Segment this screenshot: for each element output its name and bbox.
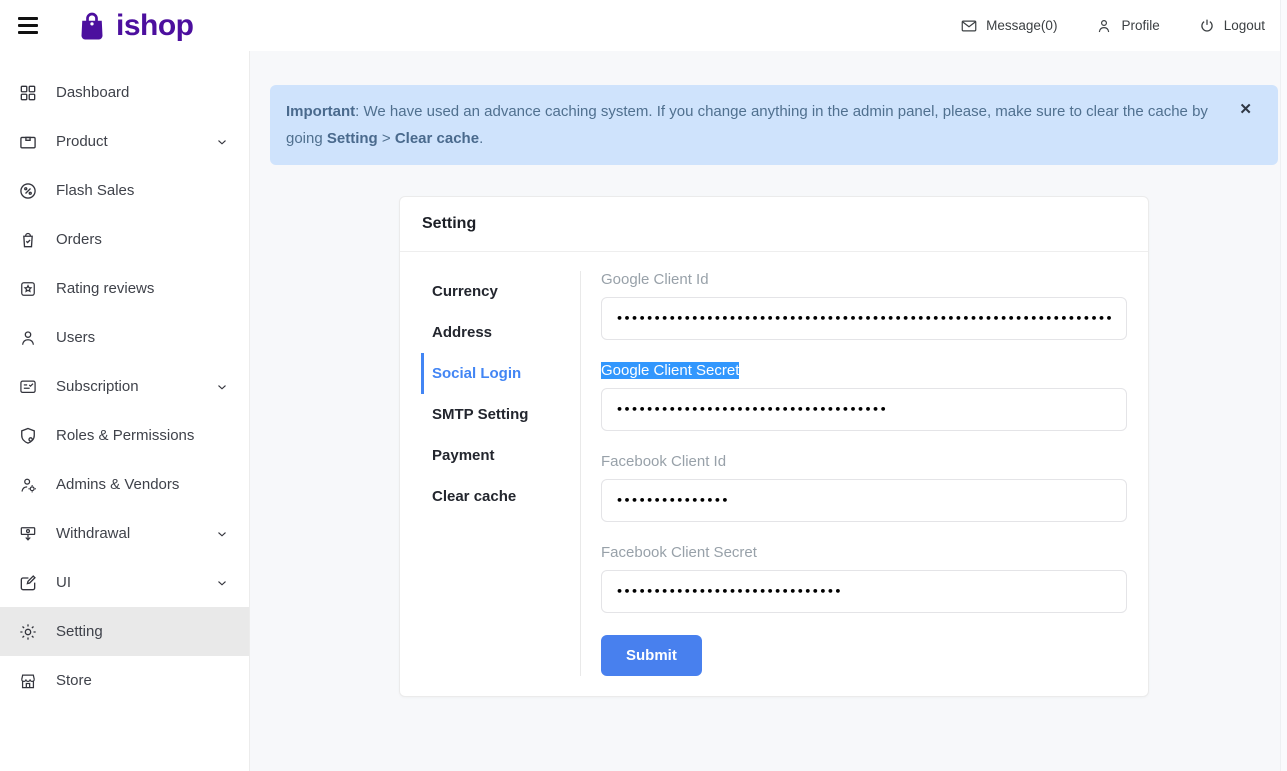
person-icon: [1095, 17, 1113, 35]
facebook-client-id-input[interactable]: [601, 479, 1127, 522]
submit-button[interactable]: Submit: [601, 635, 702, 676]
facebook-client-secret-label: Facebook Client Secret: [601, 544, 1127, 561]
sidebar-item-flash-sales[interactable]: Flash Sales: [0, 166, 249, 215]
sidebar: Dashboard Product Flash Sales Orders: [0, 51, 250, 771]
setting-gear-icon: [18, 622, 38, 642]
top-header: ishop Message(0) Profile Logout: [0, 0, 1287, 51]
sidebar-item-store[interactable]: Store: [0, 656, 249, 705]
card-title: Setting: [422, 215, 476, 232]
facebook-client-secret-input[interactable]: [601, 570, 1127, 613]
google-client-id-label: Google Client Id: [601, 271, 1127, 288]
sidebar-item-label: UI: [56, 574, 71, 591]
social-login-form: Google Client Id Google Client Secret Fa…: [581, 271, 1127, 676]
tab-payment[interactable]: Payment: [421, 435, 580, 476]
chevron-down-icon: [215, 380, 229, 394]
card-header: Setting: [400, 197, 1148, 252]
alert-setting-label: Setting: [327, 130, 378, 147]
sidebar-item-subscription[interactable]: Subscription: [0, 362, 249, 411]
sidebar-item-label: Orders: [56, 231, 102, 248]
users-icon: [18, 328, 38, 348]
chevron-down-icon: [215, 527, 229, 541]
sidebar-item-label: Rating reviews: [56, 280, 154, 297]
sidebar-item-label: Product: [56, 133, 108, 150]
chevron-down-icon: [215, 135, 229, 149]
sidebar-item-withdrawal[interactable]: Withdrawal: [0, 509, 249, 558]
facebook-client-secret-field-group: Facebook Client Secret: [601, 544, 1127, 613]
sidebar-item-users[interactable]: Users: [0, 313, 249, 362]
google-client-id-field-group: Google Client Id: [601, 271, 1127, 340]
facebook-client-id-field-group: Facebook Client Id: [601, 453, 1127, 522]
ui-icon: [18, 573, 38, 593]
chevron-down-icon: [215, 576, 229, 590]
setting-card: Setting Currency Address Social Login SM…: [399, 196, 1149, 697]
logo-text: ishop: [116, 9, 194, 43]
tab-clear-cache[interactable]: Clear cache: [421, 476, 580, 517]
sidebar-item-label: Roles & Permissions: [56, 427, 194, 444]
profile-label: Profile: [1121, 18, 1159, 33]
main-content: Important: We have used an advance cachi…: [250, 51, 1287, 771]
sidebar-item-admins-vendors[interactable]: Admins & Vendors: [0, 460, 249, 509]
close-icon[interactable]: ✕: [1239, 96, 1252, 123]
sidebar-item-setting[interactable]: Setting: [0, 607, 249, 656]
alert-period: .: [479, 130, 483, 147]
sidebar-item-rating-reviews[interactable]: Rating reviews: [0, 264, 249, 313]
dashboard-icon: [18, 83, 38, 103]
facebook-client-id-label: Facebook Client Id: [601, 453, 1127, 470]
google-client-secret-label: Google Client Secret: [601, 362, 1127, 379]
sidebar-item-label: Users: [56, 329, 95, 346]
sidebar-item-orders[interactable]: Orders: [0, 215, 249, 264]
tab-currency[interactable]: Currency: [421, 271, 580, 312]
sidebar-item-label: Flash Sales: [56, 182, 134, 199]
sidebar-item-label: Store: [56, 672, 92, 689]
google-client-secret-input[interactable]: [601, 388, 1127, 431]
cache-warning-alert: Important: We have used an advance cachi…: [270, 85, 1278, 165]
store-icon: [18, 671, 38, 691]
google-client-id-input[interactable]: [601, 297, 1127, 340]
sidebar-item-label: Withdrawal: [56, 525, 130, 542]
alert-clear-cache-label: Clear cache: [395, 130, 479, 147]
admins-vendors-icon: [18, 475, 38, 495]
sidebar-item-ui[interactable]: UI: [0, 558, 249, 607]
power-icon: [1198, 17, 1216, 35]
tab-social-login[interactable]: Social Login: [421, 353, 580, 394]
setting-tabs: Currency Address Social Login SMTP Setti…: [421, 271, 581, 676]
vertical-scrollbar[interactable]: [1280, 0, 1287, 771]
orders-icon: [18, 230, 38, 250]
alert-separator: >: [378, 130, 395, 147]
app-logo[interactable]: ishop: [74, 8, 194, 44]
selected-text-highlight: Google Client Secret: [601, 362, 739, 379]
roles-permissions-icon: [18, 426, 38, 446]
flash-sales-icon: [18, 181, 38, 201]
hamburger-menu-icon[interactable]: [18, 17, 40, 34]
sidebar-item-label: Admins & Vendors: [56, 476, 179, 493]
envelope-icon: [960, 17, 978, 35]
tab-address[interactable]: Address: [421, 312, 580, 353]
message-label: Message(0): [986, 18, 1057, 33]
sidebar-item-dashboard[interactable]: Dashboard: [0, 68, 249, 117]
shopping-bag-icon: [74, 8, 110, 44]
sidebar-item-label: Dashboard: [56, 84, 129, 101]
withdrawal-icon: [18, 524, 38, 544]
sidebar-item-roles-permissions[interactable]: Roles & Permissions: [0, 411, 249, 460]
message-menu-item[interactable]: Message(0): [960, 17, 1057, 35]
sidebar-item-label: Subscription: [56, 378, 139, 395]
profile-menu-item[interactable]: Profile: [1095, 17, 1159, 35]
logout-menu-item[interactable]: Logout: [1198, 17, 1265, 35]
alert-important-label: Important: [286, 103, 355, 120]
sidebar-item-product[interactable]: Product: [0, 117, 249, 166]
rating-reviews-icon: [18, 279, 38, 299]
product-icon: [18, 132, 38, 152]
tab-smtp-setting[interactable]: SMTP Setting: [421, 394, 580, 435]
google-client-secret-field-group: Google Client Secret: [601, 362, 1127, 431]
logout-label: Logout: [1224, 18, 1265, 33]
sidebar-item-label: Setting: [56, 623, 103, 640]
subscription-icon: [18, 377, 38, 397]
